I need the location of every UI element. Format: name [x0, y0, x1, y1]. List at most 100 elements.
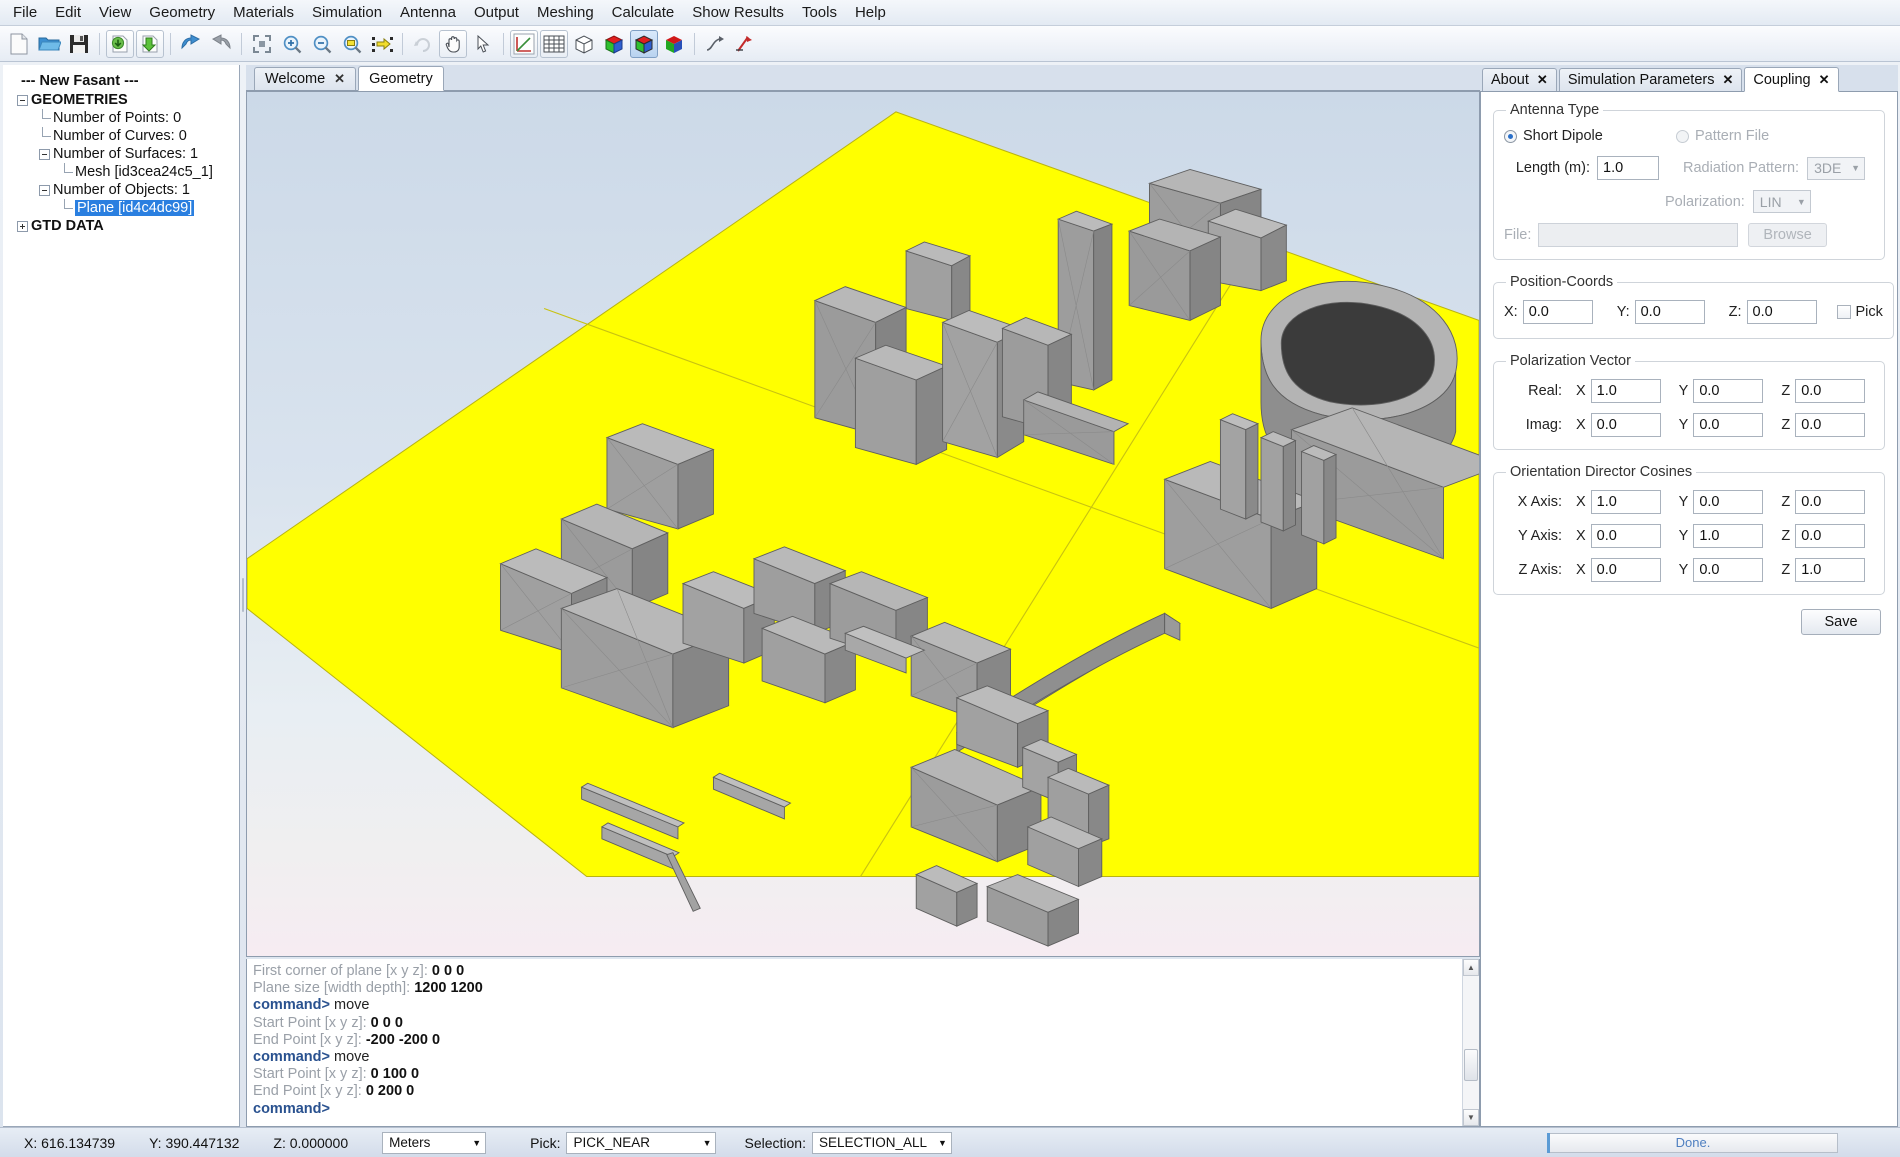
- pol-real-x-input[interactable]: [1590, 379, 1661, 403]
- cut-plane-icon[interactable]: [731, 30, 759, 58]
- rotate-icon[interactable]: [409, 30, 437, 58]
- menu-meshing[interactable]: Meshing: [528, 1, 603, 24]
- shaded-cube-icon[interactable]: [600, 30, 628, 58]
- menu-output[interactable]: Output: [465, 1, 528, 24]
- file-path-input[interactable]: [1538, 223, 1739, 247]
- scrollbar-track[interactable]: [1463, 976, 1479, 1109]
- tab-simulation-parameters[interactable]: Simulation Parameters ✕: [1558, 68, 1743, 91]
- menu-tools[interactable]: Tools: [793, 1, 846, 24]
- undo-icon[interactable]: [177, 30, 205, 58]
- radio-off-icon[interactable]: [1676, 129, 1689, 143]
- grid-icon[interactable]: [540, 29, 568, 58]
- export-icon[interactable]: [136, 29, 164, 58]
- solid-cube-icon[interactable]: [660, 30, 688, 58]
- tab-welcome[interactable]: Welcome ✕: [254, 67, 357, 90]
- orientation-zaxis-z-input[interactable]: [1795, 558, 1866, 582]
- orientation-yaxis-z-input[interactable]: [1795, 524, 1866, 548]
- tab-geometry[interactable]: Geometry: [358, 66, 444, 91]
- orientation-zaxis-x-input[interactable]: [1590, 558, 1661, 582]
- tab-coupling[interactable]: Coupling ✕: [1744, 67, 1839, 92]
- tree-item-number-of-curves[interactable]: Number of Curves: 0: [7, 127, 235, 145]
- menu-view[interactable]: View: [90, 1, 140, 24]
- pick-checkbox[interactable]: Pick: [1836, 304, 1883, 320]
- menu-geometry[interactable]: Geometry: [140, 1, 224, 24]
- pan-hand-icon[interactable]: [439, 29, 467, 58]
- measure-icon[interactable]: [701, 30, 729, 58]
- menu-file[interactable]: File: [4, 1, 46, 24]
- radio-on-icon[interactable]: [1504, 129, 1517, 143]
- zoom-out-icon[interactable]: [308, 30, 336, 58]
- menu-show-results[interactable]: Show Results: [683, 1, 793, 24]
- menu-simulation[interactable]: Simulation: [303, 1, 391, 24]
- menu-materials[interactable]: Materials: [224, 1, 303, 24]
- pol-real-y-input[interactable]: [1693, 379, 1764, 403]
- viewport-3d[interactable]: [246, 91, 1480, 957]
- select-arrow-icon[interactable]: [469, 30, 497, 58]
- scrollbar-thumb[interactable]: [1464, 1049, 1478, 1082]
- axes-icon[interactable]: [510, 29, 538, 58]
- tree-item-number-of-surfaces[interactable]: Number of Surfaces: 1: [7, 145, 235, 163]
- orientation-xaxis-y-input[interactable]: [1693, 490, 1764, 514]
- pol-imag-x-input[interactable]: [1590, 413, 1661, 437]
- tree-item-gtd-data[interactable]: GTD DATA: [7, 217, 235, 235]
- command-console-output[interactable]: First corner of plane [x y z]: 0 0 0 Pla…: [247, 959, 1462, 1126]
- short-dipole-radio[interactable]: Short Dipole: [1504, 128, 1676, 144]
- tree-item-number-of-objects[interactable]: Number of Objects: 1: [7, 181, 235, 199]
- tree-root[interactable]: --- New Fasant ---: [7, 71, 235, 91]
- import-icon[interactable]: [106, 29, 134, 58]
- console-prompt-line[interactable]: command>: [253, 1101, 1456, 1118]
- orientation-zaxis-y-input[interactable]: [1693, 558, 1764, 582]
- orientation-yaxis-x-input[interactable]: [1590, 524, 1661, 548]
- menu-antenna[interactable]: Antenna: [391, 1, 465, 24]
- zoom-window-icon[interactable]: [338, 30, 366, 58]
- tree-item-plane[interactable]: Plane [id4c4dc99]: [7, 199, 235, 217]
- zoom-in-icon[interactable]: [278, 30, 306, 58]
- shaded-edges-cube-icon[interactable]: [630, 29, 658, 58]
- collapse-toggle-icon[interactable]: [39, 148, 50, 160]
- close-icon[interactable]: ✕: [334, 71, 345, 87]
- orientation-yaxis-y-input[interactable]: [1693, 524, 1764, 548]
- save-button[interactable]: Save: [1801, 609, 1881, 635]
- menu-edit[interactable]: Edit: [46, 1, 90, 24]
- expand-toggle-icon[interactable]: [17, 220, 28, 232]
- geometry-tree[interactable]: --- New Fasant --- GEOMETRIES Number of …: [3, 65, 239, 241]
- zoom-fit-icon[interactable]: [248, 30, 276, 58]
- pol-imag-y-input[interactable]: [1693, 413, 1764, 437]
- menu-help[interactable]: Help: [846, 1, 895, 24]
- position-y-input[interactable]: [1634, 300, 1705, 324]
- pick-mode-select[interactable]: PICK_NEAR ▼: [566, 1131, 717, 1154]
- scroll-down-icon[interactable]: ▼: [1463, 1109, 1479, 1126]
- tab-about[interactable]: About ✕: [1482, 68, 1557, 91]
- radiation-pattern-select[interactable]: 3DE ▼: [1807, 156, 1866, 180]
- collapse-toggle-icon[interactable]: [17, 94, 28, 106]
- orientation-xaxis-z-input[interactable]: [1795, 490, 1866, 514]
- pol-real-z-input[interactable]: [1795, 379, 1866, 403]
- redo-icon[interactable]: [207, 30, 235, 58]
- browse-button[interactable]: Browse: [1748, 223, 1827, 247]
- collapse-toggle-icon[interactable]: [39, 184, 50, 196]
- save-icon[interactable]: [65, 30, 93, 58]
- zoom-selection-icon[interactable]: [368, 30, 396, 58]
- console-scrollbar[interactable]: ▲ ▼: [1462, 959, 1479, 1126]
- close-icon[interactable]: ✕: [1722, 72, 1733, 88]
- length-input[interactable]: [1597, 156, 1659, 180]
- checkbox-icon[interactable]: [1836, 305, 1851, 319]
- position-z-input[interactable]: [1746, 300, 1817, 324]
- polarization-select[interactable]: LIN ▼: [1752, 190, 1811, 213]
- units-select[interactable]: Meters ▼: [382, 1131, 487, 1154]
- tree-item-number-of-points[interactable]: Number of Points: 0: [7, 109, 235, 127]
- open-folder-icon[interactable]: [35, 30, 63, 58]
- new-file-icon[interactable]: [5, 30, 33, 58]
- wireframe-cube-icon[interactable]: [570, 30, 598, 58]
- menu-calculate[interactable]: Calculate: [603, 1, 684, 24]
- tree-item-mesh[interactable]: Mesh [id3cea24c5_1]: [7, 163, 235, 181]
- close-icon[interactable]: ✕: [1819, 72, 1830, 88]
- position-x-input[interactable]: [1522, 300, 1593, 324]
- selection-mode-select[interactable]: SELECTION_ALL ▼: [811, 1131, 952, 1154]
- tree-item-geometries[interactable]: GEOMETRIES: [7, 91, 235, 109]
- close-icon[interactable]: ✕: [1537, 72, 1548, 88]
- scroll-up-icon[interactable]: ▲: [1463, 959, 1479, 976]
- pattern-file-radio[interactable]: Pattern File: [1676, 128, 1769, 144]
- pol-imag-z-input[interactable]: [1795, 413, 1866, 437]
- orientation-xaxis-x-input[interactable]: [1590, 490, 1661, 514]
